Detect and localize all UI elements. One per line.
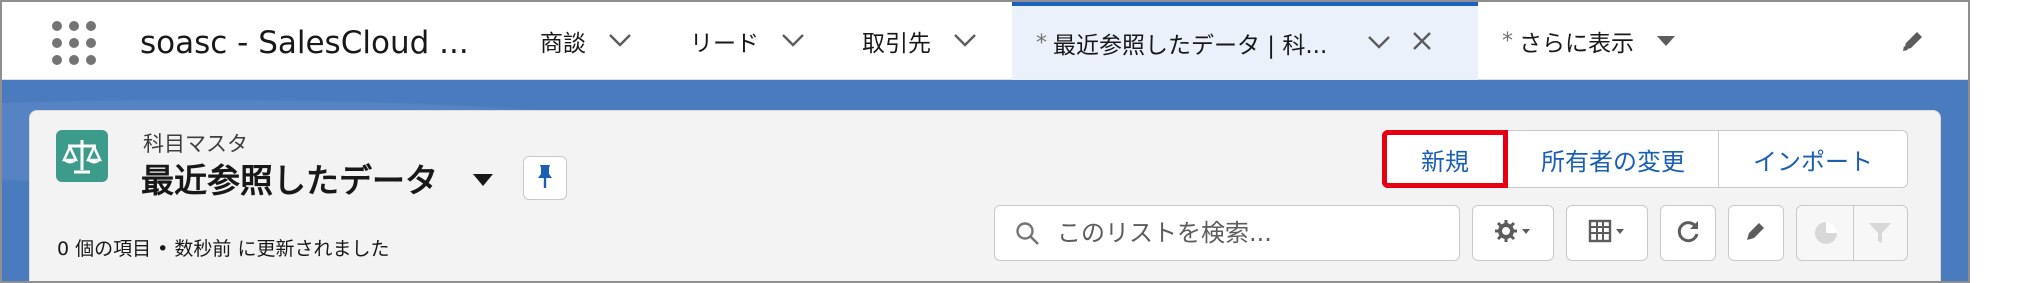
chart-filter-button-group [1796,205,1908,261]
pencil-icon[interactable] [1900,28,1926,58]
salesforce-window: soasc - SalesCloud ... 商談 リード 取引先 * 最近参照… [0,0,1970,283]
gear-icon [1494,219,1532,247]
nav-more-label: さらに表示 [1519,31,1634,57]
nav-more[interactable]: * さらに表示 [1502,2,1676,80]
unsaved-indicator: * [1502,28,1513,54]
search-icon [1015,221,1041,251]
caret-down-icon[interactable] [1656,32,1676,51]
chevron-down-icon[interactable] [608,32,632,51]
refresh-button[interactable] [1660,205,1716,261]
list-view-title[interactable]: 最近参照したデータ [141,154,438,202]
pin-icon [536,163,554,193]
scales-icon [56,130,108,182]
list-settings-button[interactable] [1472,205,1554,261]
tab-label: 最近参照したデータ | 科... [1053,33,1328,59]
divider [1853,206,1854,260]
new-button[interactable]: 新規 [1382,130,1508,188]
search-input[interactable] [1057,214,1447,252]
refresh-icon [1675,218,1701,248]
caret-down-icon[interactable] [472,172,494,191]
app-name: soasc - SalesCloud ... [140,25,469,61]
unsaved-indicator: * [1036,30,1047,56]
page-background [1970,0,2027,283]
nav-item-label: 商談 [540,31,586,57]
nav-item-opportunities[interactable]: 商談 [540,2,632,80]
close-icon[interactable] [1411,30,1433,56]
import-button[interactable]: インポート [1718,130,1908,188]
list-search [994,205,1460,261]
list-status: 0 個の項目 • 数秒前 に更新されました [57,238,390,260]
change-owner-button[interactable]: 所有者の変更 [1507,130,1719,188]
inline-edit-button[interactable] [1728,205,1784,261]
display-as-button[interactable] [1566,205,1648,261]
chevron-down-icon[interactable] [1367,34,1391,53]
table-icon [1588,219,1626,247]
pencil-icon [1744,219,1768,247]
nav-item-label: 取引先 [862,31,931,57]
window-border [1968,0,1970,283]
nav-item-leads[interactable]: リード [690,2,805,80]
top-navigation-bar: soasc - SalesCloud ... 商談 リード 取引先 * 最近参照… [2,2,1968,80]
filter-icon[interactable] [1867,220,1893,250]
chevron-down-icon[interactable] [953,32,977,51]
app-launcher-icon[interactable] [52,21,96,65]
tab-recently-viewed[interactable]: * 最近参照したデータ | 科... [1012,2,1478,80]
nav-item-accounts[interactable]: 取引先 [862,2,977,80]
nav-item-label: リード [690,31,759,57]
chevron-down-icon[interactable] [781,32,805,51]
chart-icon[interactable] [1813,220,1839,250]
pin-button[interactable] [523,156,567,200]
list-actions: 新規 所有者の変更 インポート [1382,130,1908,188]
